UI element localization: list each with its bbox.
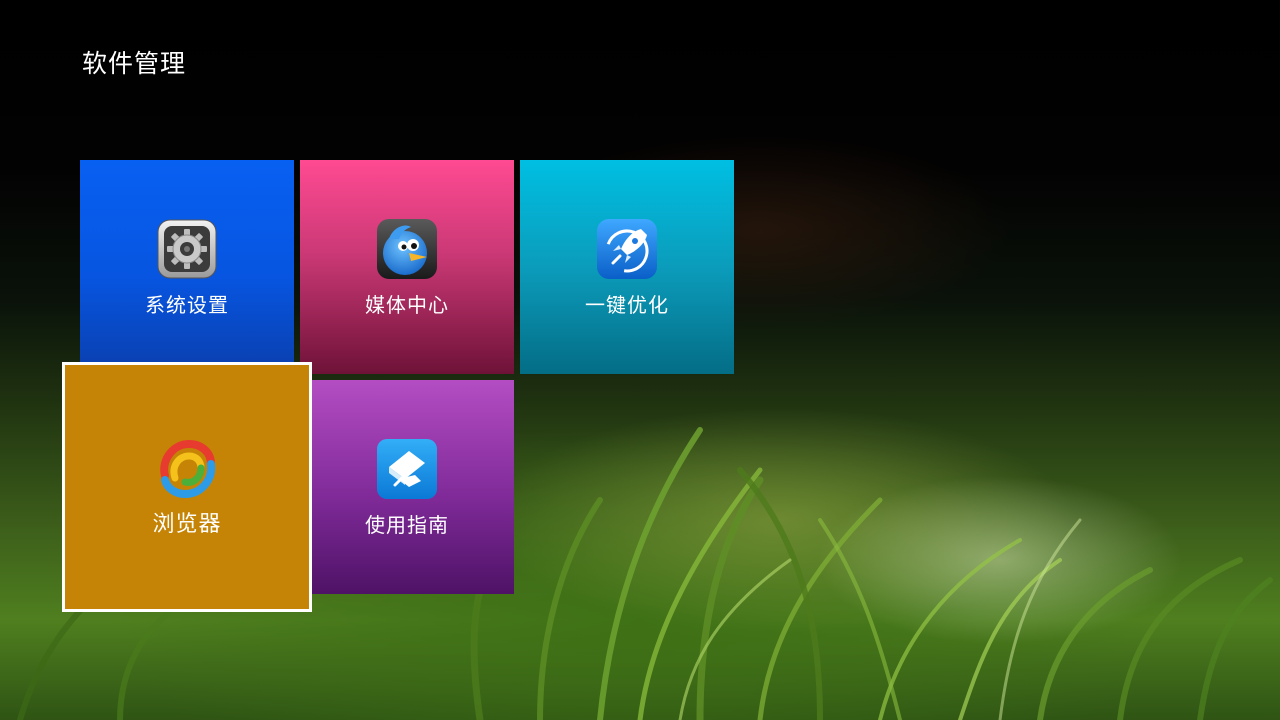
eraser-guide-icon — [377, 438, 437, 499]
browser-logo-icon — [160, 439, 216, 499]
tile-browser[interactable]: 浏览器 — [62, 362, 312, 612]
page-title: 软件管理 — [82, 49, 187, 78]
tile-user-guide[interactable]: 使用指南 — [300, 380, 514, 594]
rocket-icon — [597, 218, 657, 279]
tile-one-click-optimize[interactable]: 一键优化 — [520, 160, 734, 374]
tile-media-center[interactable]: 媒体中心 — [300, 160, 514, 374]
bird-icon — [377, 218, 437, 279]
gear-icon — [157, 219, 217, 278]
tile-label: 一键优化 — [585, 292, 669, 317]
tile-label: 浏览器 — [152, 512, 222, 537]
tile-system-settings[interactable]: 系统设置 — [80, 160, 294, 374]
tile-label: 使用指南 — [365, 512, 449, 537]
tile-label: 系统设置 — [145, 292, 229, 317]
tile-label: 媒体中心 — [365, 292, 449, 317]
